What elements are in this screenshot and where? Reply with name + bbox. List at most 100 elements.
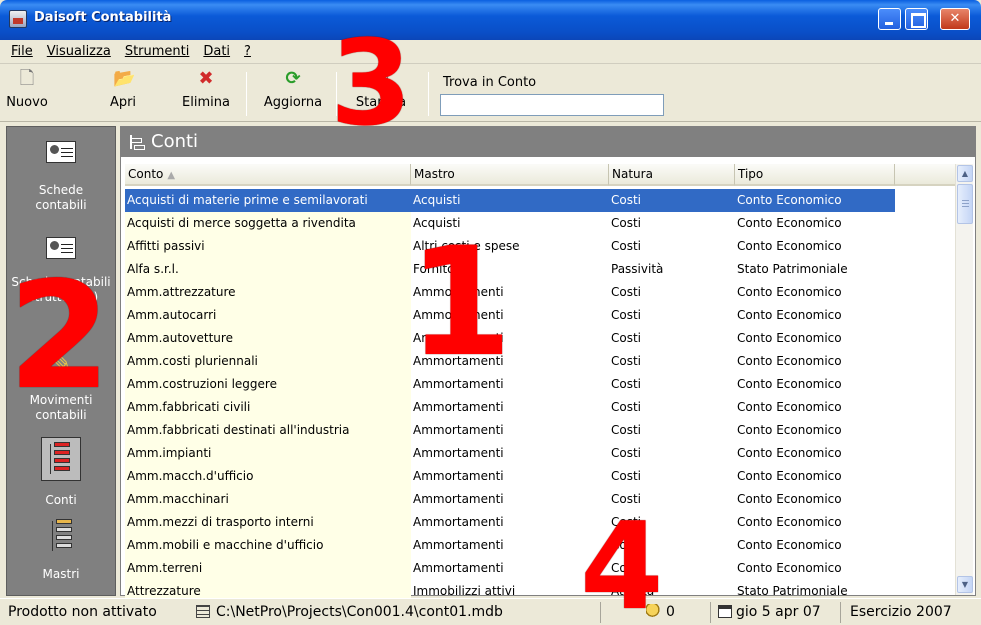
table-row[interactable]: Amm.macchinari Ammortamenti Costi Conto Eco… — [125, 488, 981, 511]
annotation-1: 1 — [408, 216, 513, 390]
table-cell: Stato Patrimoniale — [737, 262, 848, 276]
menu-visualizza[interactable]: Visualizza — [40, 44, 118, 59]
table-cell: Amm.mobili e macchine d'ufficio — [125, 534, 411, 557]
status-date: gio 5 apr 07 — [718, 599, 821, 625]
table-cell: Amm.attrezzature — [125, 281, 411, 304]
status-divider — [710, 602, 711, 623]
status-bar: Prodotto non attivato C:\NetPro\Projects… — [0, 598, 981, 625]
column-header-natura[interactable]: Natura — [609, 164, 735, 186]
table-row[interactable]: Amm.costruzioni leggere Ammortamenti Costi… — [125, 373, 981, 396]
title-bar[interactable]: Daisoft Contabilità ✕ — [0, 0, 981, 40]
table-row[interactable]: Amm.impianti Ammortamenti Costi Conto Econo… — [125, 442, 981, 465]
table-cell: Ammortamenti — [413, 400, 504, 414]
annotation-3: 3 — [330, 14, 413, 152]
app-icon[interactable] — [9, 10, 27, 28]
table-cell: Conto Economico — [737, 423, 842, 437]
menu-dati[interactable]: Dati — [196, 44, 237, 59]
scroll-thumb[interactable] — [957, 184, 973, 224]
find-input[interactable] — [440, 94, 664, 116]
menu-bar: File Visualizza Strumenti Dati ? — [0, 40, 981, 64]
sidebar-item-schede-contabili[interactable]: Schede contabili — [7, 137, 115, 213]
sidebar-item-label: Mastri — [42, 567, 80, 581]
delete-button-label: Elimina — [182, 95, 230, 110]
table-cell: Conto Economico — [737, 285, 842, 299]
table-row[interactable]: Acquisti di materie prime e semilavorati… — [125, 189, 981, 212]
table-row[interactable]: Amm.fabbricati destinati all'industria Am… — [125, 419, 981, 442]
column-header-conto[interactable]: Conto ▲ — [125, 164, 411, 186]
table-row[interactable]: Amm.autovetture Ammortamenti Costi Conto Ec… — [125, 327, 981, 350]
annotation-4: 4 — [580, 498, 664, 625]
find-label: Trova in Conto — [443, 75, 537, 90]
table-cell: Conto Economico — [737, 216, 842, 230]
refresh-button[interactable]: ⟳ Aggiorna — [256, 68, 330, 110]
table-cell: Affitti passivi — [125, 235, 411, 258]
table-cell: Costi — [611, 469, 642, 483]
scroll-down-button[interactable]: ▼ — [957, 576, 973, 593]
table-cell: Amm.macchinari — [125, 488, 411, 511]
minimize-button[interactable] — [878, 8, 901, 30]
table-cell: Conto Economico — [737, 492, 842, 506]
sidebar-item-label: Conti — [45, 493, 77, 507]
table-cell: Conto Economico — [737, 377, 842, 391]
table-row[interactable]: Amm.terreni Ammortamenti Costi Conto Econom… — [125, 557, 981, 580]
table-cell: Costi — [611, 446, 642, 460]
table-row[interactable]: Amm.costi pluriennali Ammortamenti Costi Co… — [125, 350, 981, 373]
table-cell: Conto Economico — [737, 561, 842, 575]
column-header-mastro[interactable]: Mastro — [411, 164, 609, 186]
sidebar-item-conti[interactable]: Conti — [7, 437, 115, 508]
open-button[interactable]: 📂 Apri — [106, 68, 140, 110]
table-row[interactable]: Amm.macch.d'ufficio Ammortamenti Costi Cont… — [125, 465, 981, 488]
table-row[interactable]: Amm.attrezzature Ammortamenti Costi Conto E… — [125, 281, 981, 304]
table-cell: Costi — [611, 423, 642, 437]
calendar-icon — [718, 605, 732, 618]
database-path: C:\NetPro\Projects\Con001.4\cont01.mdb — [196, 599, 503, 625]
delete-button[interactable]: ✖ Elimina — [176, 68, 236, 110]
window-title: Daisoft Contabilità — [34, 10, 172, 25]
table-cell: Amm.autocarri — [125, 304, 411, 327]
status-divider — [840, 602, 841, 623]
table-cell: Conto Economico — [737, 400, 842, 414]
table-row[interactable]: Affitti passivi Altri costi e spese Costi C… — [125, 235, 981, 258]
column-header-tipo[interactable]: Tipo — [735, 164, 895, 186]
table-cell: Acquisti di merce soggetta a rivendita — [125, 212, 411, 235]
table-cell: Amm.terreni — [125, 557, 411, 580]
table-cell: Ammortamenti — [413, 423, 504, 437]
menu-file[interactable]: File — [4, 44, 40, 59]
table-cell: Conto Economico — [737, 331, 842, 345]
table-row[interactable]: Alfa s.r.l. Fornitori Passività Stato Patri… — [125, 258, 981, 281]
table-cell: Costi — [611, 377, 642, 391]
menu-help[interactable]: ? — [237, 44, 258, 59]
table-cell: Conto Economico — [737, 239, 842, 253]
table-row[interactable]: Amm.fabbricati civili Ammortamenti Costi Co… — [125, 396, 981, 419]
toolbar-separator — [428, 72, 429, 116]
open-button-label: Apri — [109, 95, 137, 110]
table-row[interactable]: Acquisti di merce soggetta a rivendita Ac… — [125, 212, 981, 235]
new-button-label: Nuovo — [6, 95, 48, 110]
table-cell: Amm.fabbricati destinati all'industria — [125, 419, 411, 442]
table-cell: Conto Economico — [737, 538, 842, 552]
table-row[interactable]: Amm.autocarri Ammortamenti Costi Conto Econ… — [125, 304, 981, 327]
table-cell: Costi — [611, 239, 642, 253]
table-cell: Conto Economico — [737, 515, 842, 529]
menu-strumenti[interactable]: Strumenti — [118, 44, 197, 59]
sidebar-item-mastri[interactable]: Mastri — [7, 519, 115, 582]
vertical-scrollbar[interactable]: ▲ ▼ — [955, 164, 973, 595]
table-cell: Costi — [611, 216, 642, 230]
table-cell: Ammortamenti — [413, 446, 504, 460]
table-header: Conto ▲ Mastro Natura Tipo — [125, 164, 981, 186]
account-card-icon — [44, 137, 78, 167]
fiscal-year: Esercizio 2007 — [850, 604, 952, 620]
table-cell: Costi — [611, 308, 642, 322]
table-cell: Alfa s.r.l. — [125, 258, 411, 281]
close-button[interactable]: ✕ — [940, 8, 970, 30]
scroll-up-button[interactable]: ▲ — [957, 165, 973, 182]
table-cell: Costi — [611, 285, 642, 299]
refresh-icon: ⟳ — [285, 68, 301, 89]
table-row[interactable]: Amm.mezzi di trasporto interni Ammortamen… — [125, 511, 981, 534]
open-folder-icon: 📂 — [113, 68, 136, 89]
database-icon — [196, 605, 210, 618]
table-row[interactable]: Amm.mobili e macchine d'ufficio Ammortame… — [125, 534, 981, 557]
new-button[interactable]: 🗋 Nuovo — [6, 68, 48, 110]
maximize-button[interactable] — [905, 8, 928, 30]
table-cell: Amm.costi pluriennali — [125, 350, 411, 373]
